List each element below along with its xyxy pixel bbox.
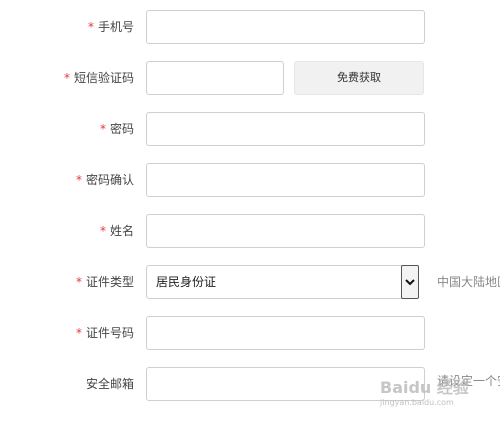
required-mark: *	[99, 122, 106, 136]
required-mark: *	[75, 275, 82, 289]
id-number-row: * 证件号码	[0, 316, 500, 350]
get-sms-code-button[interactable]: 免费获取	[294, 61, 424, 95]
email-label: 安全邮箱	[85, 377, 134, 391]
id-number-input[interactable]	[146, 316, 425, 350]
id-type-label-text: 证件类型	[85, 275, 134, 289]
password-input[interactable]	[146, 112, 425, 146]
sms-code-label-text: 短信验证码	[73, 71, 134, 85]
watermark-text: Baidu 经验	[380, 378, 469, 397]
required-mark: *	[63, 71, 70, 85]
name-label-text: 姓名	[109, 224, 134, 238]
password-label: * 密码	[100, 112, 134, 146]
required-mark: *	[75, 326, 82, 340]
id-type-row: *证件类型 居民身份证 中国大陆地区	[0, 265, 500, 299]
id-type-hint: 中国大陆地区	[437, 275, 500, 289]
id-number-label: * 证件号码	[76, 316, 134, 350]
name-row: * 姓名	[0, 214, 500, 248]
baidu-jingyan-watermark: Baidu 经验 jingyan.baidu.com	[380, 378, 500, 418]
id-type-selected-value: 居民身份证	[156, 275, 217, 289]
id-type-label: * 证件类型	[76, 265, 134, 299]
password-confirm-input[interactable]	[146, 163, 425, 197]
required-mark: *	[75, 173, 82, 187]
phone-label: * 手机号	[88, 10, 134, 44]
phone-label-text: 手机号	[97, 20, 134, 34]
name-label: * 姓名	[100, 214, 134, 248]
password-row: * 密码	[0, 112, 500, 146]
required-mark: *	[87, 20, 94, 34]
sms-code-input[interactable]	[146, 61, 284, 95]
chevron-down-icon[interactable]	[401, 265, 419, 299]
password-confirm-label: * 密码确认	[76, 163, 134, 197]
sms-code-label: * 短信验证码	[64, 61, 134, 95]
password-confirm-row: * 密码确认	[0, 163, 500, 197]
phone-input[interactable]	[146, 10, 425, 44]
name-input[interactable]	[146, 214, 425, 248]
phone-row: * 手机号	[0, 10, 500, 44]
sms-code-row: * 短信验证码 免费获取	[0, 61, 500, 95]
required-mark: *	[99, 224, 106, 238]
id-number-label-text: 证件号码	[85, 326, 134, 340]
password-confirm-label-text: 密码确认	[85, 173, 134, 187]
watermark-url: jingyan.baidu.com	[380, 398, 454, 407]
password-label-text: 密码	[109, 122, 134, 136]
id-type-select[interactable]: 居民身份证	[146, 265, 419, 299]
